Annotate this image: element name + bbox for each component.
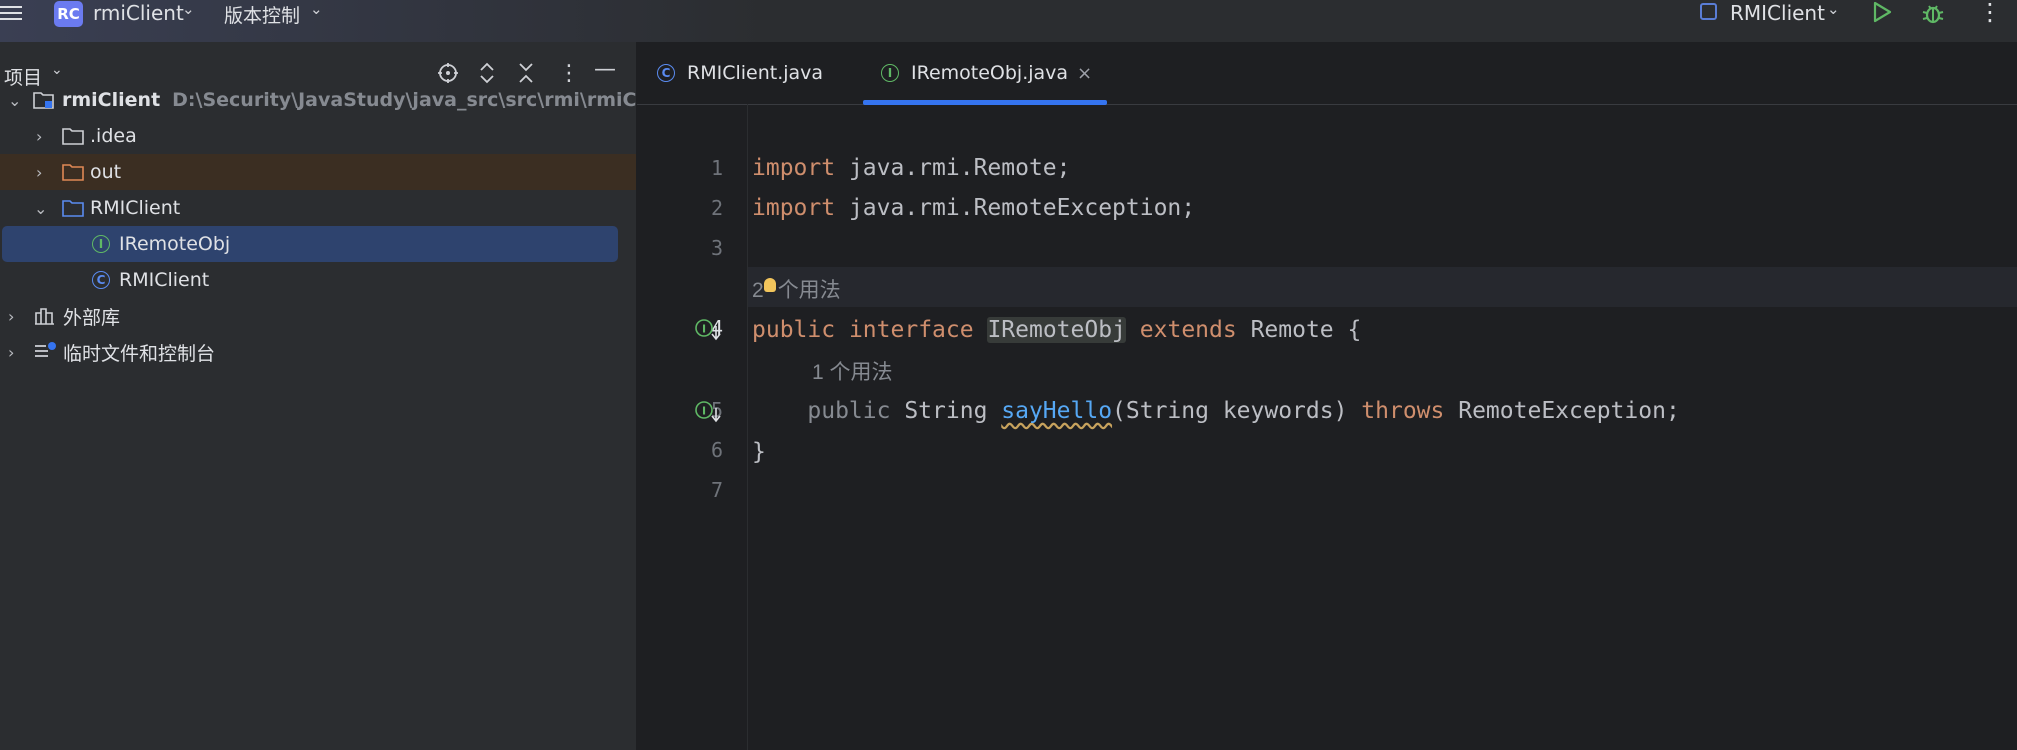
code-text: java.rmi.Remote;	[835, 155, 1071, 181]
tab-label: RMIClient.java	[687, 62, 824, 84]
keyword: public	[752, 317, 836, 343]
title-bar: RC rmiClient ⌄ 版本控制 ⌄ RMIClient ⌄ ⋮	[0, 0, 2017, 42]
tree-item-label: 外部库	[63, 306, 121, 329]
keyword: import	[752, 155, 836, 181]
hide-panel-icon[interactable]: —	[594, 58, 616, 82]
scratches-icon	[35, 342, 56, 357]
code-text: java.rmi.RemoteException;	[835, 195, 1196, 221]
chevron-right-icon[interactable]: ›	[8, 307, 14, 326]
code-line-2[interactable]: import java.rmi.RemoteException;	[752, 194, 1195, 222]
run-config-selector[interactable]: RMIClient	[1730, 1, 1825, 25]
excluded-folder-icon	[62, 164, 84, 181]
run-icon[interactable]	[1872, 1, 1892, 23]
tree-item-rmiclient-class[interactable]: C RMIClient	[0, 262, 636, 298]
folder-icon	[62, 128, 84, 145]
code-text: RemoteException;	[1444, 398, 1680, 424]
keyword: extends	[1139, 317, 1237, 343]
line-number: 3	[710, 236, 723, 260]
chevron-down-icon[interactable]: ⌄	[310, 0, 323, 18]
tree-item-iremoteobj[interactable]: I IRemoteObj	[2, 226, 618, 262]
implemented-method-icon[interactable]: I	[695, 400, 723, 424]
tab-iremoteobj-java[interactable]: I IRemoteObj.java ×	[863, 42, 1107, 105]
interface-name: IRemoteObj	[987, 317, 1126, 343]
tree-item-external-libraries[interactable]: › 外部库	[0, 298, 636, 334]
svg-text:I: I	[702, 405, 706, 418]
code-line-1[interactable]: import java.rmi.Remote;	[752, 154, 1071, 182]
chevron-right-icon[interactable]: ›	[8, 343, 14, 362]
svg-text:I: I	[702, 323, 706, 336]
class-icon: C	[92, 271, 110, 289]
line-number: 7	[710, 478, 723, 502]
tree-item-label: out	[90, 161, 122, 183]
tree-item-idea[interactable]: › .idea	[0, 118, 636, 154]
keyword: import	[752, 195, 836, 221]
method-name: sayHello	[1001, 398, 1113, 424]
debug-icon[interactable]	[1920, 0, 1946, 26]
tree-item-label: rmiClient D:\Security\JavaStudy\java_src\…	[62, 89, 685, 111]
library-icon	[35, 308, 54, 325]
tree-item-label: RMIClient	[90, 197, 181, 219]
tab-label: IRemoteObj.java	[911, 62, 1069, 84]
line-number: 6	[710, 438, 723, 462]
gutter-divider	[747, 104, 748, 750]
tree-item-out[interactable]: › out	[0, 154, 636, 190]
close-icon[interactable]: ×	[1077, 63, 1092, 84]
tree-item-scratches[interactable]: › 临时文件和控制台	[0, 334, 636, 370]
code-line-4[interactable]: public interface IRemoteObj extends Remo…	[752, 316, 1361, 344]
chevron-down-icon[interactable]: ⌄	[34, 199, 47, 218]
project-badge[interactable]: RC	[54, 1, 83, 27]
project-switcher[interactable]: rmiClient	[93, 1, 184, 25]
tree-item-label: .idea	[90, 125, 137, 147]
project-panel: 项目 ⌄ ⋮ — ⌄ rmiClient D:\Security\JavaStud…	[0, 42, 685, 750]
main-menu-icon[interactable]	[0, 2, 24, 24]
chevron-right-icon[interactable]: ›	[36, 163, 42, 182]
modifier: public	[807, 398, 891, 424]
code-line-6[interactable]: }	[752, 438, 766, 466]
usages-hint-method[interactable]: 1 个用法	[812, 356, 893, 386]
chevron-down-icon[interactable]: ⌄	[1827, 0, 1840, 18]
interface-icon: I	[881, 64, 899, 82]
vcs-menu[interactable]: 版本控制	[224, 1, 300, 28]
locate-file-icon[interactable]	[437, 62, 459, 84]
tree-item-label: IRemoteObj	[119, 233, 231, 255]
current-line-highlight	[748, 267, 2017, 307]
chevron-down-icon[interactable]: ⌄	[51, 62, 63, 78]
chevron-down-icon[interactable]: ⌄	[182, 0, 195, 18]
tree-item-label: 临时文件和控制台	[63, 342, 216, 365]
class-icon: C	[657, 64, 675, 82]
chevron-down-icon[interactable]: ⌄	[8, 91, 21, 110]
tree-item-label: RMIClient	[119, 269, 210, 291]
tree-item-project-root[interactable]: ⌄ rmiClient D:\Security\JavaStudy\java_sr…	[0, 82, 685, 118]
more-actions-icon[interactable]: ⋮	[1978, 0, 2002, 24]
interface-icon: I	[92, 235, 110, 253]
active-tab-indicator	[863, 100, 1107, 105]
editor: C RMIClient.java I IRemoteObj.java × 1 2…	[637, 42, 2017, 750]
code-text: Remote {	[1236, 317, 1362, 343]
chevron-right-icon[interactable]: ›	[36, 127, 42, 146]
line-number: 2	[710, 196, 723, 220]
code-text: String	[890, 398, 1002, 424]
tab-rmiclient-java[interactable]: C RMIClient.java	[657, 42, 857, 104]
expand-all-icon[interactable]	[478, 62, 496, 84]
lightbulb-icon[interactable]	[764, 278, 776, 292]
code-text: (String keywords)	[1112, 398, 1362, 424]
module-folder-icon	[33, 92, 54, 109]
keyword: interface	[848, 317, 974, 343]
line-number: 1	[710, 156, 723, 180]
usages-text: 个用法	[777, 279, 841, 302]
project-path: D:\Security\JavaStudy\java_src\src\rmi\r…	[172, 89, 685, 111]
usages-count: 2	[752, 279, 764, 302]
tree-item-src-folder[interactable]: ⌄ RMIClient	[0, 190, 636, 226]
code-line-5[interactable]: public String sayHello(String keywords) …	[752, 397, 1680, 425]
source-folder-icon	[62, 200, 84, 217]
keyword: throws	[1361, 398, 1445, 424]
collapse-all-icon[interactable]	[517, 62, 535, 84]
editor-tab-bar: C RMIClient.java I IRemoteObj.java ×	[637, 42, 2017, 105]
implemented-interface-icon[interactable]: I	[695, 318, 723, 342]
run-config-icon	[1700, 3, 1717, 20]
